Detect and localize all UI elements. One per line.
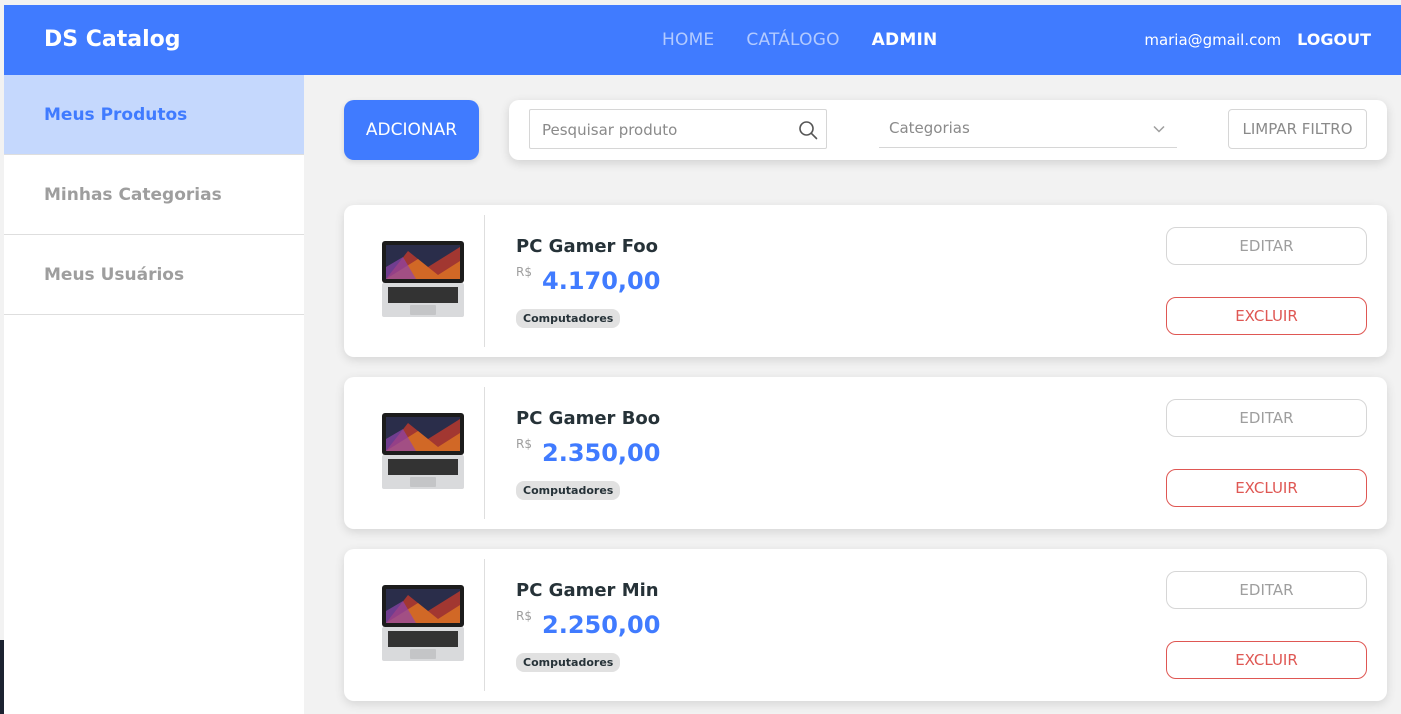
admin-sidebar: Meus Produtos Minhas Categorias Meus Usu… [4, 75, 304, 714]
laptop-product-image [382, 413, 464, 489]
top-navbar: DS Catalog HOME CATÁLOGO ADMIN maria@gma… [4, 5, 1401, 75]
product-price: 2.250,00 [542, 611, 661, 639]
product-price: 4.170,00 [542, 267, 661, 295]
brand-logo[interactable]: DS Catalog [44, 26, 181, 54]
chevron-down-icon [1153, 125, 1165, 133]
search-input[interactable] [530, 110, 804, 150]
edit-button[interactable]: EDITAR [1166, 227, 1367, 265]
search-icon[interactable] [798, 120, 818, 140]
search-box [529, 109, 827, 150]
product-name: PC Gamer Boo [516, 408, 661, 429]
sidebar-item-users[interactable]: Meus Usuários [4, 235, 304, 315]
laptop-product-image [382, 241, 464, 317]
laptop-product-image [382, 585, 464, 661]
nav-catalog-link[interactable]: CATÁLOGO [746, 29, 839, 51]
sidebar-item-products[interactable]: Meus Produtos [4, 75, 304, 155]
product-card: PC Gamer Boo R$ 2.350,00 Computadores ED… [344, 377, 1387, 529]
filter-bar: Categorias LIMPAR FILTRO [509, 100, 1387, 160]
card-divider [484, 387, 485, 519]
user-area: maria@gmail.com LOGOUT [1144, 29, 1371, 51]
add-product-button[interactable]: ADCIONAR [344, 100, 479, 160]
category-select[interactable]: Categorias [879, 111, 1177, 148]
category-select-placeholder: Categorias [889, 119, 970, 137]
price-currency: R$ [516, 265, 532, 279]
user-email: maria@gmail.com [1144, 31, 1282, 49]
nav-home-link[interactable]: HOME [662, 29, 714, 51]
product-card: PC Gamer Foo R$ 4.170,00 Computadores ED… [344, 205, 1387, 357]
delete-button[interactable]: EXCLUIR [1166, 297, 1367, 335]
category-badge: Computadores [516, 653, 621, 672]
clear-filter-button[interactable]: LIMPAR FILTRO [1228, 109, 1367, 149]
card-divider [484, 215, 485, 347]
delete-button[interactable]: EXCLUIR [1166, 641, 1367, 679]
product-card: PC Gamer Min R$ 2.250,00 Computadores ED… [344, 549, 1387, 701]
logout-link[interactable]: LOGOUT [1297, 29, 1371, 51]
nav-admin-link[interactable]: ADMIN [872, 29, 938, 51]
main-nav: HOME CATÁLOGO ADMIN [662, 29, 937, 51]
product-price: 2.350,00 [542, 439, 661, 467]
delete-button[interactable]: EXCLUIR [1166, 469, 1367, 507]
price-currency: R$ [516, 609, 532, 623]
sidebar-item-categories[interactable]: Minhas Categorias [4, 155, 304, 235]
category-badge: Computadores [516, 309, 621, 328]
edit-button[interactable]: EDITAR [1166, 571, 1367, 609]
price-currency: R$ [516, 437, 532, 451]
category-badge: Computadores [516, 481, 621, 500]
product-name: PC Gamer Min [516, 580, 659, 601]
product-name: PC Gamer Foo [516, 236, 658, 257]
card-divider [484, 559, 485, 691]
edit-button[interactable]: EDITAR [1166, 399, 1367, 437]
